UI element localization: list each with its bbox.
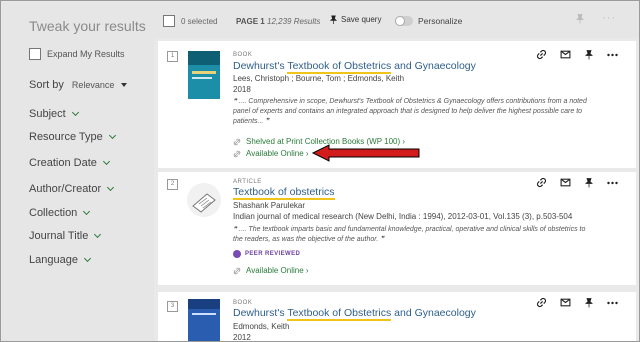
link-icon	[233, 150, 241, 157]
peer-reviewed-label: PEER REVIEWED	[245, 251, 301, 257]
title-highlight[interactable]: Textbook of obstetrics	[233, 186, 335, 200]
resource-type: BOOK	[233, 300, 253, 306]
title-text[interactable]: Dewhurst's	[233, 307, 287, 319]
result-actions	[536, 177, 618, 188]
email-icon[interactable]	[560, 297, 571, 308]
title-text[interactable]: and Gynaecology	[391, 307, 476, 319]
facet-resource-type[interactable]: Resource Type	[29, 131, 116, 143]
chevron-down-icon[interactable]	[94, 230, 102, 239]
result-number: 3	[167, 301, 178, 312]
email-icon[interactable]	[560, 49, 571, 60]
sidebar-title: Tweak your results	[29, 18, 146, 34]
facet-creation-date[interactable]: Creation Date	[29, 157, 110, 169]
more-options-icon[interactable]: ···	[602, 12, 616, 24]
chevron-down-icon[interactable]	[108, 131, 116, 140]
expand-my-results[interactable]: Expand My Results	[29, 48, 125, 60]
result-actions	[536, 49, 618, 60]
result-card[interactable]: 2 ARTICLE Textbook of obstetrics Shashan…	[158, 172, 636, 285]
facet-collection[interactable]: Collection	[29, 207, 91, 219]
document-icon	[187, 183, 221, 217]
peer-reviewed-icon	[233, 250, 241, 258]
page-number: PAGE 1	[236, 17, 265, 26]
result-actions	[536, 297, 618, 308]
link-icon	[233, 138, 241, 145]
email-icon[interactable]	[560, 177, 571, 188]
result-card[interactable]: 3 BOOK Dewhurst's Textbook of Obstetrics…	[158, 292, 636, 342]
facet-label: Language	[29, 254, 78, 266]
select-all-checkbox[interactable]	[163, 15, 175, 27]
facet-author-creator[interactable]: Author/Creator	[29, 183, 115, 195]
more-options-icon[interactable]	[607, 297, 618, 308]
facet-subject[interactable]: Subject	[29, 108, 79, 120]
facet-journal-title[interactable]: Journal Title	[29, 230, 102, 242]
personalize-toggle[interactable]	[395, 16, 413, 26]
link-icon[interactable]	[536, 297, 547, 308]
sidebar: Tweak your results Expand My Results Sor…	[2, 2, 154, 341]
result-number: 2	[167, 179, 178, 190]
facet-label: Subject	[29, 108, 66, 120]
title-highlight[interactable]: Textbook of Obstetrics	[287, 60, 392, 74]
authors: Edmonds, Keith	[233, 322, 290, 331]
facet-label: Resource Type	[29, 131, 103, 143]
book-cover-thumbnail[interactable]	[188, 299, 220, 341]
available-online-label: Available Online ›	[246, 149, 309, 158]
pin-icon[interactable]	[575, 13, 585, 27]
source: Indian journal of medical research (New …	[233, 212, 573, 221]
results-toolbar: 0 selected PAGE 1 12,239 Results Save qu…	[154, 2, 639, 38]
more-options-icon[interactable]	[607, 49, 618, 60]
authors: Shashank Parulekar	[233, 201, 306, 210]
facet-label: Creation Date	[29, 157, 97, 169]
caret-down-icon[interactable]	[121, 83, 128, 87]
save-query-label: Save query	[341, 15, 382, 24]
authors: Lees, Christoph ; Bourne, Tom ; Edmonds,…	[233, 74, 405, 83]
results-count: 12,239 Results	[267, 17, 321, 26]
snippet: ❝ .... Comprehensive in scope, Dewhurst'…	[233, 98, 587, 125]
title-text[interactable]: Dewhurst's	[233, 60, 287, 72]
pin-icon[interactable]	[584, 49, 594, 60]
more-options-icon[interactable]	[607, 177, 618, 188]
chevron-down-icon[interactable]	[102, 157, 110, 166]
expand-checkbox[interactable]	[29, 48, 41, 60]
peer-reviewed-badge: PEER REVIEWED	[233, 250, 300, 258]
pin-icon[interactable]	[584, 297, 594, 308]
available-online-link[interactable]: Available Online ›	[233, 266, 309, 275]
available-online-label: Available Online ›	[246, 266, 309, 275]
title-text[interactable]: and Gynaecology	[391, 60, 476, 72]
facet-language[interactable]: Language	[29, 254, 91, 266]
resource-type: ARTICLE	[233, 179, 262, 185]
chevron-down-icon[interactable]	[83, 207, 91, 216]
expand-label: Expand My Results	[47, 49, 125, 59]
facet-label: Journal Title	[29, 230, 89, 242]
selected-count: 0 selected	[181, 17, 218, 26]
link-icon	[233, 267, 241, 274]
result-number: 1	[167, 51, 178, 62]
article-thumbnail[interactable]	[185, 180, 223, 220]
result-title[interactable]: Dewhurst's Textbook of Obstetrics and Gy…	[233, 60, 476, 74]
chevron-down-icon[interactable]	[71, 108, 79, 117]
annotation-arrow	[311, 144, 420, 162]
sort-value[interactable]: Relevance	[72, 80, 115, 90]
publication-year: 2018	[233, 85, 251, 94]
save-query-button[interactable]: Save query	[329, 15, 381, 24]
facet-label: Collection	[29, 207, 78, 219]
link-icon[interactable]	[536, 177, 547, 188]
personalize-label: Personalize	[418, 16, 463, 26]
sort-by[interactable]: Sort by Relevance	[29, 79, 128, 91]
chevron-down-icon[interactable]	[83, 254, 91, 263]
book-cover-thumbnail[interactable]	[188, 51, 220, 99]
chevron-down-icon[interactable]	[107, 183, 115, 192]
sort-label: Sort by	[29, 79, 64, 91]
pin-icon	[329, 15, 338, 24]
pin-icon[interactable]	[584, 177, 594, 188]
snippet: ❝ .... The textbook imparts basic and fu…	[233, 226, 586, 243]
page-frame: Tweak your results Expand My Results Sor…	[0, 0, 640, 342]
result-title[interactable]: Dewhurst's Textbook of Obstetrics and Gy…	[233, 307, 476, 321]
facet-label: Author/Creator	[29, 183, 102, 195]
resource-type: BOOK	[233, 52, 253, 58]
available-online-link[interactable]: Available Online ›	[233, 149, 309, 158]
publication-year: 2012	[233, 333, 251, 342]
link-icon[interactable]	[536, 49, 547, 60]
result-title[interactable]: Textbook of obstetrics	[233, 186, 335, 200]
title-highlight[interactable]: Textbook of Obstetrics	[287, 307, 392, 321]
